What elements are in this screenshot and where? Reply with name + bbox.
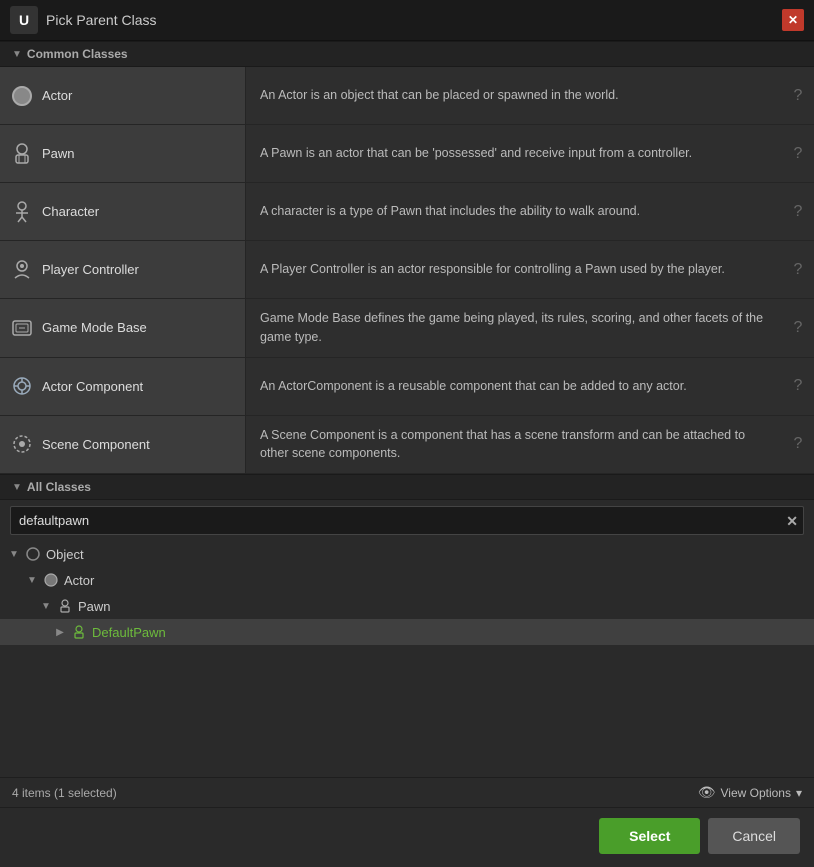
cancel-button[interactable]: Cancel [708,818,800,854]
character-label: Character [42,204,99,219]
game-mode-base-help-icon[interactable]: ? [782,299,814,357]
tree-item-actor[interactable]: ▼ Actor [0,567,814,593]
actor-node-icon [42,571,60,589]
actor-tree-label: Actor [64,573,94,588]
pawn-button[interactable]: Pawn [0,125,246,182]
tree-item-defaultpawn[interactable]: ▶ DefaultPawn [0,619,814,645]
class-item-actor-component: Actor Component An ActorComponent is a r… [0,358,814,416]
class-item-character: Character A character is a type of Pawn … [0,183,814,241]
status-text: 4 items (1 selected) [12,786,117,800]
actor-component-description: An ActorComponent is a reusable componen… [246,358,782,415]
actor-component-help-icon[interactable]: ? [782,358,814,415]
close-button[interactable]: ✕ [782,9,804,31]
title-bar: U Pick Parent Class ✕ [0,0,814,41]
scene-component-button[interactable]: Scene Component [0,416,246,474]
all-classes-header: ▼ All Classes [0,474,814,500]
actor-button[interactable]: Actor [0,67,246,124]
scene-component-label: Scene Component [42,437,150,452]
view-options-chevron: ▾ [796,786,802,800]
window-title: Pick Parent Class [46,12,156,28]
game-mode-base-icon [10,316,34,340]
player-controller-description: A Player Controller is an actor responsi… [246,241,782,298]
game-mode-base-description: Game Mode Base defines the game being pl… [246,299,782,357]
character-help-icon[interactable]: ? [782,183,814,240]
scene-component-help-icon[interactable]: ? [782,416,814,474]
status-bar: 4 items (1 selected) 👁 View Options ▾ [0,777,814,807]
pawn-expand-icon: ▼ [40,601,52,612]
eye-icon: 👁 [698,784,716,801]
pawn-label: Pawn [42,146,75,161]
dialog-body: ▼ Common Classes Actor An Actor is an ob… [0,41,814,864]
object-expand-icon: ▼ [8,549,20,560]
all-classes-title: All Classes [27,480,91,494]
object-label: Object [46,547,84,562]
defaultpawn-label: DefaultPawn [92,625,166,640]
select-button[interactable]: Select [599,818,700,854]
search-input[interactable] [10,506,804,535]
defaultpawn-expand-icon: ▶ [54,627,66,638]
player-controller-button[interactable]: Player Controller [0,241,246,298]
common-classes-section: ▼ Common Classes Actor An Actor is an ob… [0,41,814,474]
pawn-help-icon[interactable]: ? [782,125,814,182]
ue-logo: U [10,6,38,34]
game-mode-base-button[interactable]: Game Mode Base [0,299,246,357]
scene-component-icon [10,432,34,456]
title-bar-left: U Pick Parent Class [10,6,156,34]
all-classes-section: ▼ All Classes ✕ ▼ Object ▼ [0,474,814,864]
actor-expand-icon: ▼ [26,575,38,586]
actor-description: An Actor is an object that can be placed… [246,67,782,124]
pawn-node-icon [56,597,74,615]
object-node-icon [24,545,42,563]
class-item-actor: Actor An Actor is an object that can be … [0,67,814,125]
actor-component-button[interactable]: Actor Component [0,358,246,415]
scene-component-description: A Scene Component is a component that ha… [246,416,782,474]
collapse-icon: ▼ [12,49,22,60]
class-list: Actor An Actor is an object that can be … [0,67,814,474]
player-controller-label: Player Controller [42,262,139,277]
search-input-wrap: ✕ [10,506,804,535]
actor-help-icon[interactable]: ? [782,67,814,124]
pawn-description: A Pawn is an actor that can be 'possesse… [246,125,782,182]
actor-label: Actor [42,88,72,103]
game-mode-base-label: Game Mode Base [42,320,147,335]
actor-icon [10,84,34,108]
actor-component-icon [10,374,34,398]
character-icon [10,200,34,224]
common-classes-title: Common Classes [27,47,128,61]
view-options-button[interactable]: 👁 View Options ▾ [698,784,802,801]
class-item-player-controller: Player Controller A Player Controller is… [0,241,814,299]
class-item-game-mode-base: Game Mode Base Game Mode Base defines th… [0,299,814,358]
tree-item-pawn[interactable]: ▼ Pawn [0,593,814,619]
search-bar: ✕ [0,500,814,541]
actor-component-label: Actor Component [42,379,143,394]
defaultpawn-node-icon [70,623,88,641]
player-controller-icon [10,258,34,282]
pawn-icon [10,142,34,166]
character-button[interactable]: Character [0,183,246,240]
action-bar: Select Cancel [0,807,814,864]
tree-container[interactable]: ▼ Object ▼ Actor ▼ [0,541,814,777]
character-description: A character is a type of Pawn that inclu… [246,183,782,240]
player-controller-help-icon[interactable]: ? [782,241,814,298]
all-classes-collapse-icon: ▼ [12,482,22,493]
common-classes-header: ▼ Common Classes [0,41,814,67]
pawn-tree-label: Pawn [78,599,111,614]
tree-item-object[interactable]: ▼ Object [0,541,814,567]
class-item-scene-component: Scene Component A Scene Component is a c… [0,416,814,475]
search-clear-button[interactable]: ✕ [786,514,798,528]
view-options-label: View Options [720,786,790,800]
class-item-pawn: Pawn A Pawn is an actor that can be 'pos… [0,125,814,183]
